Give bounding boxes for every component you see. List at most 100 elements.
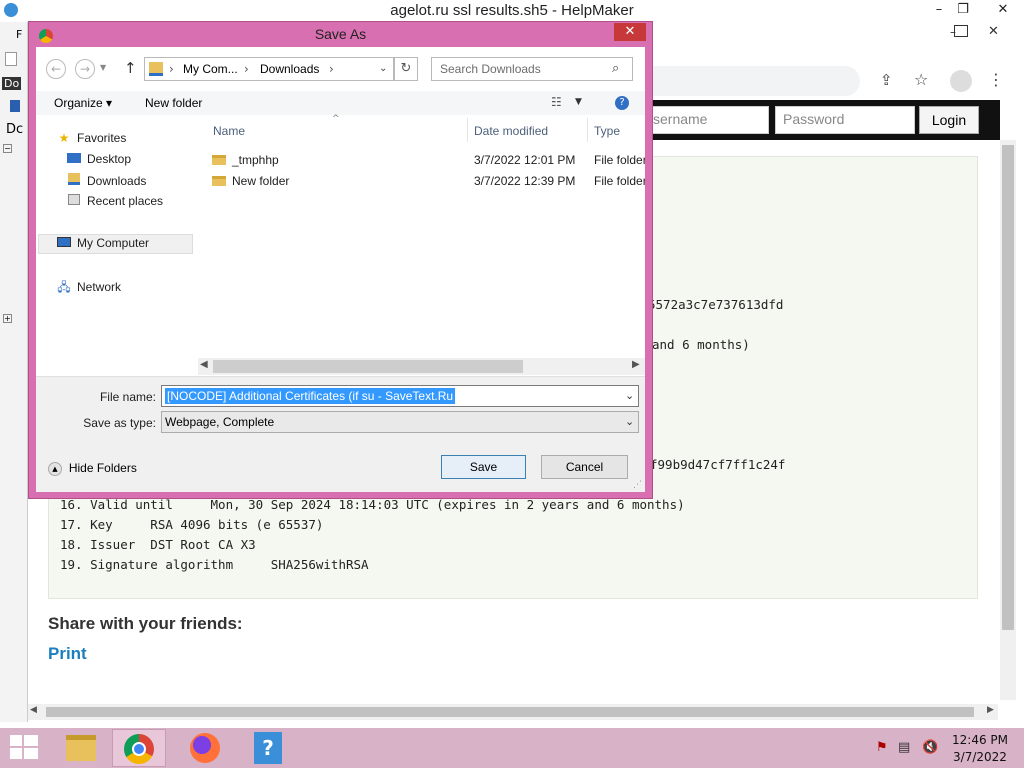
breadcrumb-downloads[interactable]: Downloads [260,62,319,76]
folder-icon [212,176,226,186]
up-arrow-icon[interactable]: ↑ [124,59,137,77]
password-input[interactable]: Password [775,106,915,134]
left-strip-tab[interactable]: Do [2,77,22,90]
hide-folders-label: Hide Folders [68,461,137,475]
bookmark-star-icon[interactable]: ☆ [914,70,928,89]
file-row[interactable]: New folder 3/7/2022 12:39 PM File folder [212,173,645,193]
firefox-taskbar-icon[interactable] [178,729,232,767]
nav-item-recent-places[interactable]: Recent places [66,194,163,212]
file-name-selected-text[interactable]: [NOCODE] Additional Certificates (if su … [165,388,456,404]
star-icon: ★ [58,131,70,145]
nav-item-label: Network [77,280,122,294]
action-center-flag-icon[interactable]: ⚑ [876,740,888,755]
file-row[interactable]: _tmphhp 3/7/2022 12:01 PM File folder [212,152,645,172]
chrome-taskbar-icon[interactable] [112,729,166,767]
view-options-chevron-icon[interactable]: ▼ [575,97,582,107]
back-arrow-icon[interactable]: ← [46,59,66,79]
menu-kebab-icon[interactable]: ⋮ [988,70,1004,89]
address-bar[interactable] [640,66,860,96]
left-tree-icon[interactable] [10,100,20,112]
restore-button[interactable]: ❐ [950,0,976,20]
save-as-type-dropdown-icon[interactable]: ⌄ [625,415,634,428]
app-icon [4,3,18,17]
left-toolbar-icon[interactable] [5,52,17,66]
network-icon: 🖧 [57,280,71,294]
search-icon[interactable]: ⌕ [612,61,619,76]
scroll-left-arrow[interactable]: ◀ [30,705,37,715]
volume-muted-icon[interactable]: 🔇 [922,740,938,755]
file-date: 3/7/2022 12:01 PM [474,153,576,167]
search-downloads-input[interactable]: Search Downloads ⌕ [431,57,633,81]
browser-close-button[interactable]: ✕ [988,24,999,39]
help-icon[interactable]: ? [615,96,629,110]
view-options-icon[interactable]: ☷ [551,95,562,109]
clock-date[interactable]: 3/7/2022 [940,750,1020,764]
forward-arrow-icon[interactable]: → [75,59,95,79]
save-button[interactable]: Save [441,455,526,479]
file-name-dropdown-icon[interactable]: ⌄ [625,389,634,402]
helpmaker-window-title: agelot.ru ssl results.sh5 - HelpMaker [390,2,634,19]
left-panel-strip: F Do Dc − + [0,22,28,722]
nav-item-my-computer-label[interactable]: My Computer [56,236,149,254]
nav-item-network[interactable]: 🖧 Network [56,278,121,296]
vertical-scroll-thumb[interactable] [1002,145,1014,630]
dialog-close-button[interactable]: ✕ [614,23,646,41]
scroll-right-arrow[interactable]: ▶ [987,705,994,715]
nav-item-label: Downloads [87,174,147,188]
file-name: New folder [212,174,289,188]
column-separator [467,118,468,142]
sort-arrow-icon: ^ [332,114,340,124]
downloads-icon [66,173,82,188]
organize-menu[interactable]: Organize ▾ [54,96,112,110]
column-header-type[interactable]: Type [594,124,620,138]
file-list-scroll-thumb[interactable] [213,360,523,373]
content-line: and 6 months) [652,337,750,352]
content-line: 19. Signature algorithm SHA256withRSA [60,557,369,572]
nav-item-label: My Computer [77,236,150,250]
nav-item-label: Favorites [77,131,127,145]
downloads-folder-icon [149,62,163,76]
file-name-text: _tmphhp [232,153,279,167]
username-input[interactable]: sername [645,106,769,134]
hide-folders-button[interactable]: ▲ Hide Folders [48,461,137,476]
minimize-button[interactable]: – [926,0,952,20]
breadcrumb-separator: › [244,62,249,76]
new-folder-button[interactable]: New folder [145,96,202,110]
profile-avatar-icon[interactable] [950,70,972,92]
cancel-button[interactable]: Cancel [541,455,628,479]
nav-item-downloads[interactable]: Downloads [66,173,146,191]
breadcrumb-dropdown-icon[interactable]: ⌄ [379,63,387,74]
start-windows-icon[interactable] [10,735,38,761]
file-name: _tmphhp [212,153,279,167]
file-type: File folder [594,174,645,188]
column-header-name[interactable]: Name [213,124,245,138]
nav-item-desktop[interactable]: Desktop [66,152,131,170]
dialog-title: Save As [314,26,367,42]
nav-item-favorites[interactable]: ★ Favorites [56,131,127,149]
file-explorer-taskbar-icon[interactable] [54,729,108,767]
share-icon[interactable]: ⇪ [880,71,893,89]
clock-time[interactable]: 12:46 PM [940,733,1020,747]
help-taskbar-icon[interactable]: ? [240,729,294,767]
scroll-left-arrow[interactable]: ◀ [200,359,208,370]
column-header-date[interactable]: Date modified [474,124,548,138]
breadcrumb[interactable]: › My Com... › Downloads › ⌄ [144,57,394,81]
scroll-right-arrow[interactable]: ▶ [632,359,640,370]
tree-expand-icon[interactable]: − [3,144,12,153]
nav-item-label: Recent places [87,194,164,208]
login-button[interactable]: Login [919,106,979,134]
breadcrumb-separator: › [329,62,334,76]
tree-expand-icon[interactable]: + [3,314,12,323]
network-status-icon[interactable]: ▤ [898,740,910,755]
maximize-button[interactable] [954,25,968,37]
refresh-icon[interactable]: ↻ [394,57,418,81]
file-type: File folder [594,153,645,167]
close-button[interactable]: ✕ [990,0,1016,20]
nav-item-label: Desktop [87,152,132,166]
resize-grip-icon[interactable]: ⋰ [633,480,642,490]
content-line: 5572a3c7e737613dfd [648,297,784,312]
print-link[interactable]: Print [48,644,87,664]
horizontal-scroll-thumb[interactable] [46,707,974,717]
nav-history-chevron-icon[interactable]: ▼ [100,63,106,72]
breadcrumb-my-computer[interactable]: My Com... [183,62,238,76]
